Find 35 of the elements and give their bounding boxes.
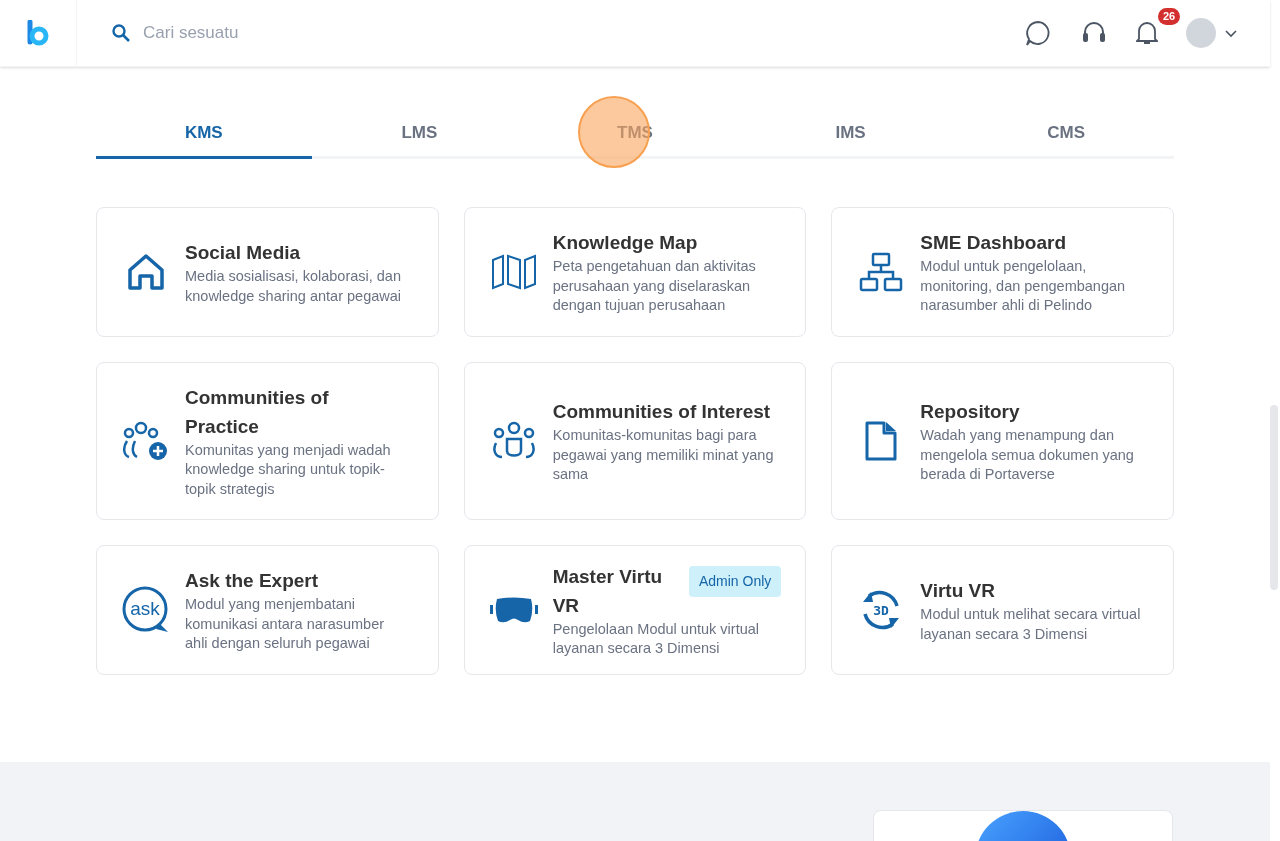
module-description: Wadah yang menampung dan mengelola semua dokumen yang berada di Portaverse — [920, 426, 1135, 485]
admin-badge: Admin Only — [688, 565, 782, 597]
module-card[interactable]: Master Virtu VR Admin Only Pengelolaan Modul untuk virtual layanan secara 3 Dimensi — [463, 545, 807, 675]
module-card[interactable]: Communities of Practice Komunitas yang menjadi wadah knowledge sharing untuk topik-topik strategis — [96, 362, 439, 520]
ask-speech-bubble-icon: ask — [121, 585, 171, 635]
module-description: Media sosialisasi, kolaborasi, dan knowledge sharing antar pegawai — [185, 267, 403, 306]
module-tab[interactable]: IMS — [742, 109, 959, 159]
module-title: Communities of Interest — [552, 400, 771, 425]
module-title: Knowledge Map — [552, 231, 698, 256]
module-title: SME Dashboard — [920, 231, 1067, 256]
module-tab[interactable]: CMS — [958, 109, 1174, 159]
module-description: Komunitas-komunitas bagi para pegawai yang memiliki minat yang sama — [552, 426, 775, 485]
search-input[interactable]: Cari sesuatu — [143, 20, 443, 46]
module-title: Social Media — [185, 241, 301, 265]
module-title: Communities of Practice — [185, 385, 330, 439]
module-title: Virtu VR — [920, 579, 995, 603]
module-card[interactable]: Repository Wadah yang menampung dan mengelola semua dokumen yang berada di Portaverse — [831, 362, 1174, 520]
module-card[interactable]: Communities of Interest Komunitas-komunitas bagi para pegawai yang memiliki minat yang sama — [463, 362, 807, 520]
module-title: Repository — [920, 400, 1020, 425]
module-card[interactable]: Social Media Media sosialisasi, kolaborasi, dan knowledge sharing antar pegawai — [96, 207, 439, 337]
module-card[interactable]: 3D Virtu VR Modul untuk melihat secara virtual layanan secara 3 Dimensi — [831, 545, 1174, 675]
module-card[interactable]: Knowledge Map Peta pengetahuan dan aktivitas perusahaan yang diselaraskan dengan tujuan perusahaan — [463, 207, 807, 337]
module-description: Peta pengetahuan dan aktivitas perusahaan yang diselaraskan dengan tujuan perusahaan — [552, 257, 757, 316]
notification-count: 26 — [1158, 8, 1181, 25]
module-description: Komunitas yang menjadi wadah knowledge sharing untuk topik-topik strategis — [185, 440, 392, 499]
module-description: Modul untuk melihat secara virtual layanan secara 3 Dimensi — [920, 605, 1142, 644]
module-title: Ask the Expert — [185, 569, 319, 594]
module-description: Modul yang menjembatani komunikasi antara narasumber ahli dengan seluruh pegawai — [185, 595, 386, 654]
module-card[interactable]: ask Ask the Expert Modul yang menjembatani komunikasi antara narasumber ahli dengan seluruh pegawai — [96, 545, 439, 675]
module-tab[interactable]: LMS — [311, 109, 528, 159]
module-tab[interactable]: KMS — [96, 109, 312, 159]
module-card[interactable]: SME Dashboard Modul untuk pengelolaan, monitoring, dan pengembangan narasumber ahli di Pelindo — [831, 207, 1174, 337]
module-description: Pengelolaan Modul untuk virtual layanan secara 3 Dimensi — [552, 619, 760, 658]
module-title: Master Virtu VR — [552, 564, 664, 618]
module-description: Modul untuk pengelolaan, monitoring, dan pengembangan narasumber ahli di Pelindo — [920, 257, 1127, 316]
